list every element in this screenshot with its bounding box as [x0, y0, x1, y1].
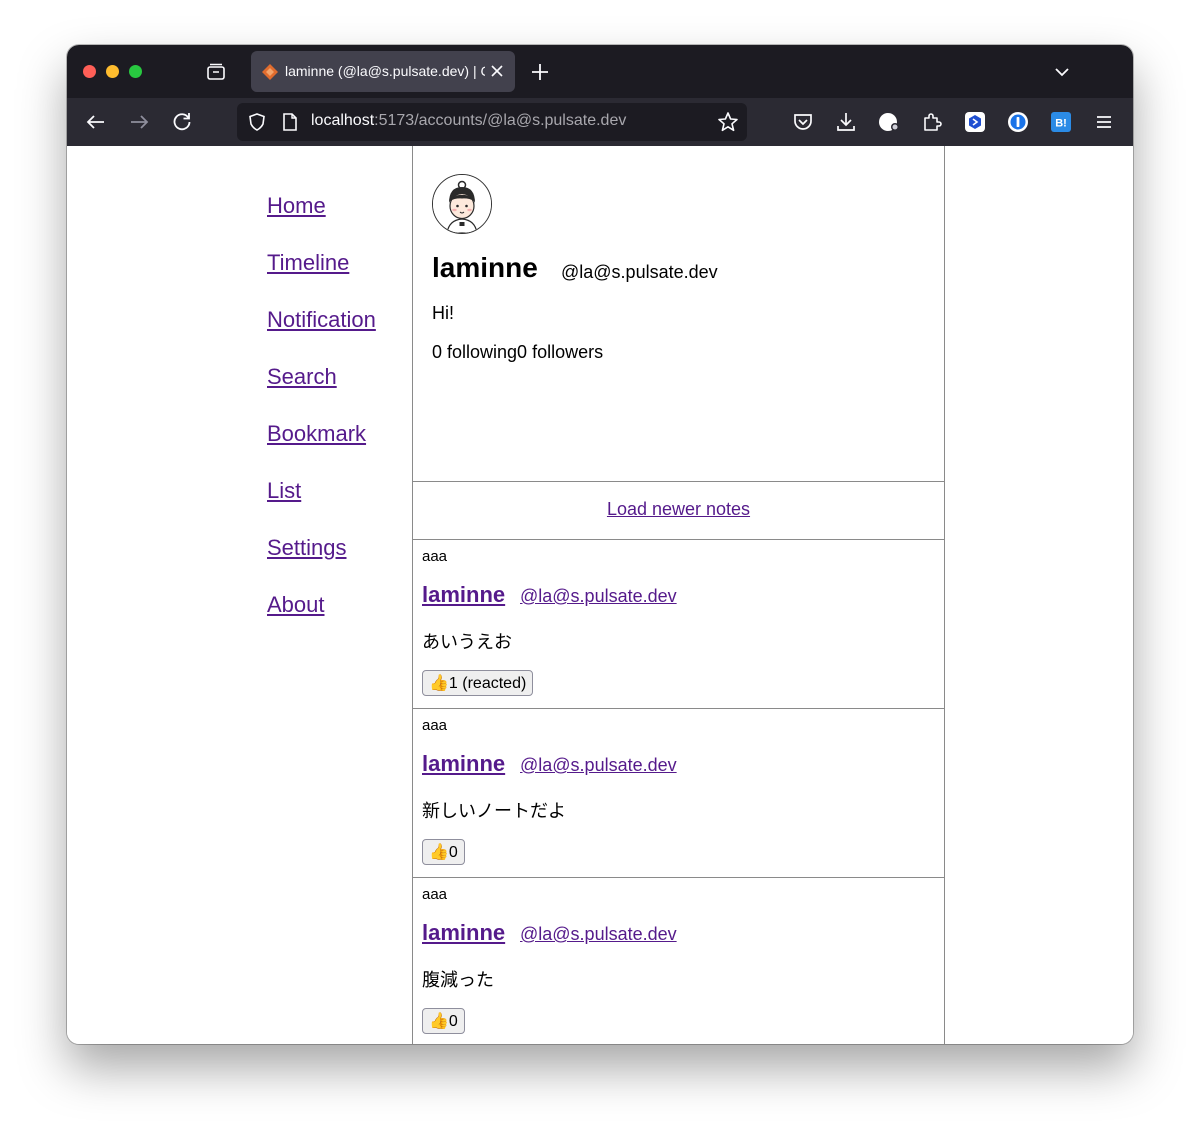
page-content: Home Timeline Notification Search Bookma…	[67, 146, 1133, 1044]
sidebar-item-about[interactable]: About	[267, 590, 407, 647]
sidebar-item-notification[interactable]: Notification	[267, 305, 407, 362]
zoom-window-button[interactable]	[129, 65, 142, 78]
sidebar-item-list[interactable]: List	[267, 476, 407, 533]
note-text: 新しいノートだよ	[422, 801, 566, 821]
close-window-button[interactable]	[83, 65, 96, 78]
browser-window: laminne (@la@s.pulsate.dev) | C localhos…	[67, 45, 1133, 1044]
tab-title: laminne (@la@s.pulsate.dev) | C	[285, 63, 485, 79]
minimize-window-button[interactable]	[106, 65, 119, 78]
avatar	[432, 174, 492, 234]
sidebar-item-search[interactable]: Search	[267, 362, 407, 419]
note-handle-link[interactable]: @la@s.pulsate.dev	[520, 586, 677, 607]
extension-rocket-icon[interactable]	[877, 110, 901, 134]
svg-text:B!: B!	[1055, 118, 1067, 130]
sidebar-item-settings[interactable]: Settings	[267, 533, 407, 590]
note-item: aaa laminne @la@s.pulsate.dev 新しいノートだよ 👍…	[413, 708, 944, 877]
url-path: :5173/accounts/@la@s.pulsate.dev	[374, 112, 627, 129]
sidebar-item-home[interactable]: Home	[267, 191, 407, 248]
page-info-icon[interactable]	[281, 112, 299, 132]
reaction-button[interactable]: 👍0	[422, 1008, 465, 1034]
url-host: localhost	[311, 112, 375, 129]
note-author-link[interactable]: laminne	[422, 582, 505, 608]
new-tab-icon[interactable]	[529, 61, 551, 83]
back-arrow-icon[interactable]	[84, 110, 108, 134]
password-manager-icon[interactable]	[1006, 110, 1030, 134]
note-handle-link[interactable]: @la@s.pulsate.dev	[520, 924, 677, 945]
close-tab-icon[interactable]	[489, 63, 505, 79]
note-item: aaa laminne @la@s.pulsate.dev あいうえお 👍1 (…	[413, 539, 944, 708]
note-handle-link[interactable]: @la@s.pulsate.dev	[520, 755, 677, 776]
note-author-link[interactable]: laminne	[422, 920, 505, 946]
note-text: 腹減った	[422, 970, 494, 990]
avatar-face-icon	[433, 175, 491, 233]
download-icon[interactable]	[834, 110, 858, 134]
pocket-icon[interactable]	[791, 110, 815, 134]
profile-header: laminne @la@s.pulsate.dev Hi! 0 followin…	[413, 146, 944, 481]
hatena-bookmark-icon[interactable]: B!	[1049, 110, 1073, 134]
load-newer-notes-link[interactable]: Load newer notes	[607, 499, 750, 520]
address-bar[interactable]: localhost:5173/accounts/@la@s.pulsate.de…	[237, 103, 747, 141]
note-text: あいうえお	[422, 632, 512, 652]
bookmark-star-icon[interactable]	[717, 111, 739, 133]
shield-icon[interactable]	[247, 112, 267, 132]
tab-bar: laminne (@la@s.pulsate.dev) | C	[67, 45, 1133, 98]
profile-handle: @la@s.pulsate.dev	[561, 262, 718, 282]
note-label: aaa	[422, 717, 448, 734]
profile-follow-stats: 0 following0 followers	[432, 342, 604, 362]
forward-arrow-icon[interactable]	[127, 110, 151, 134]
chevron-down-icon[interactable]	[1051, 61, 1073, 83]
reaction-button[interactable]: 👍1 (reacted)	[422, 670, 534, 696]
navigation-toolbar: localhost:5173/accounts/@la@s.pulsate.de…	[67, 98, 1133, 146]
profile-bio: Hi!	[432, 303, 454, 323]
note-label: aaa	[422, 886, 448, 903]
load-newer-bar: Load newer notes	[413, 481, 944, 540]
main-column: laminne @la@s.pulsate.dev Hi! 0 followin…	[412, 146, 945, 1044]
sidebar-nav: Home Timeline Notification Search Bookma…	[267, 191, 407, 647]
url-text[interactable]: localhost:5173/accounts/@la@s.pulsate.de…	[311, 112, 626, 132]
favicon-icon	[262, 64, 278, 80]
menu-icon[interactable]	[1092, 110, 1116, 134]
note-label: aaa	[422, 548, 448, 565]
reaction-button[interactable]: 👍0	[422, 839, 465, 865]
note-item: aaa laminne @la@s.pulsate.dev 腹減った 👍0	[413, 877, 944, 1044]
note-author-link[interactable]: laminne	[422, 751, 505, 777]
reload-icon[interactable]	[170, 110, 194, 134]
profile-name: laminne	[432, 252, 538, 283]
active-tab[interactable]: laminne (@la@s.pulsate.dev) | C	[251, 51, 515, 92]
sidebar-item-bookmark[interactable]: Bookmark	[267, 419, 407, 476]
sidebar-item-timeline[interactable]: Timeline	[267, 248, 407, 305]
firefox-view-icon[interactable]	[205, 61, 227, 83]
extension-box-icon[interactable]	[963, 110, 987, 134]
extensions-puzzle-icon[interactable]	[920, 110, 944, 134]
